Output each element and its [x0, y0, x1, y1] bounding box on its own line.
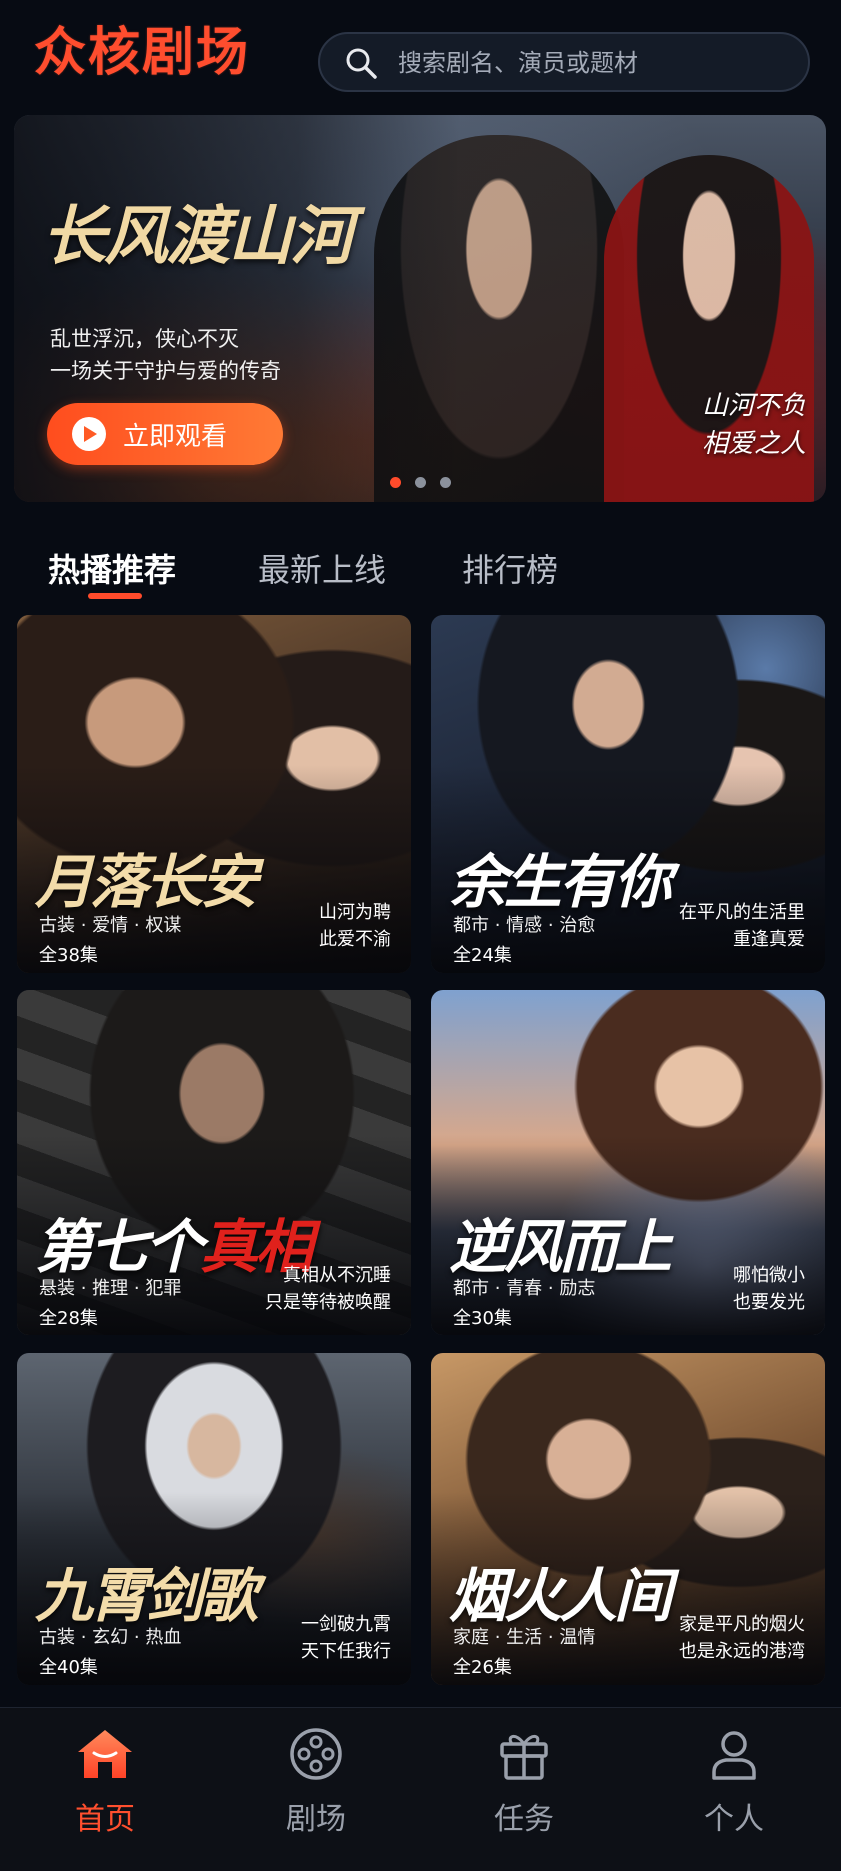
nav-label: 个人	[704, 1802, 764, 1837]
play-icon	[72, 417, 106, 451]
drama-card[interactable]: 月落长安 古装 · 爱情 · 权谋 全38集 山河为聘 此爱不渝	[17, 615, 411, 973]
card-episodes: 全28集	[39, 1308, 98, 1329]
drama-card[interactable]: 逆风而上 都市 · 青春 · 励志 全30集 哪怕微小 也要发光	[431, 990, 825, 1335]
pagination-dot[interactable]	[415, 477, 426, 488]
nav-tasks[interactable]: 任务	[464, 1726, 584, 1838]
watch-now-button[interactable]: 立即观看	[47, 403, 283, 465]
nav-home[interactable]: 首页	[45, 1726, 165, 1838]
card-quote: 在平凡的生活里 重逢真爱	[679, 902, 805, 950]
banner-pagination	[390, 477, 451, 488]
gift-icon	[500, 1735, 548, 1780]
nav-theater[interactable]: 剧场	[256, 1726, 376, 1838]
pagination-dot[interactable]	[440, 477, 451, 488]
card-tags: 都市 · 情感 · 治愈	[453, 915, 596, 936]
tab-ranking[interactable]: 排行榜	[462, 545, 558, 591]
banner-tagline-1: 乱世浮沉，侠心不灭	[50, 327, 239, 351]
card-title: 烟火人间	[449, 1562, 672, 1630]
card-tags: 悬装 · 推理 · 犯罪	[39, 1278, 182, 1299]
active-tab-indicator	[88, 593, 142, 599]
tab-hot[interactable]: 热播推荐	[48, 545, 176, 591]
watch-now-label: 立即观看	[123, 421, 228, 452]
card-episodes: 全26集	[453, 1657, 512, 1678]
card-quote: 真相从不沉睡 只是等待被唤醒	[265, 1265, 391, 1313]
card-quote: 山河为聘 此爱不渝	[319, 902, 391, 950]
drama-card[interactable]: 余生有你 都市 · 情感 · 治愈 全24集 在平凡的生活里 重逢真爱	[431, 615, 825, 973]
nav-label: 任务	[494, 1802, 554, 1837]
card-title: 逆风而上	[449, 1213, 672, 1281]
nav-label: 首页	[75, 1802, 135, 1837]
card-title: 月落长安	[35, 848, 258, 916]
card-title: 九霄剑歌	[35, 1562, 258, 1630]
card-episodes: 全24集	[453, 945, 512, 966]
search-bar[interactable]	[318, 32, 810, 92]
tab-new[interactable]: 最新上线	[258, 545, 386, 591]
pagination-dot[interactable]	[390, 477, 401, 488]
home-icon	[78, 1730, 132, 1778]
card-quote: 哪怕微小 也要发光	[733, 1265, 805, 1313]
search-input[interactable]	[396, 34, 790, 92]
card-quote: 家是平凡的烟火 也是永远的港湾	[679, 1614, 805, 1662]
card-tags: 古装 · 爱情 · 权谋	[39, 915, 182, 936]
person-icon	[712, 1731, 756, 1780]
film-reel-icon	[290, 1728, 342, 1780]
drama-card[interactable]: 九霄剑歌 古装 · 玄幻 · 热血 全40集 一剑破九霄 天下任我行	[17, 1353, 411, 1685]
banner-title: 长风渡山河	[42, 199, 354, 274]
drama-card[interactable]: 第七个真相 悬装 · 推理 · 犯罪 全28集 真相从不沉睡 只是等待被唤醒	[17, 990, 411, 1335]
banner-corner-text: 山河不负 相爱之人	[701, 391, 806, 459]
card-tags: 家庭 · 生活 · 温情	[453, 1627, 596, 1648]
app-header: 众核剧场	[0, 0, 841, 115]
app-logo[interactable]: 众核剧场	[34, 22, 250, 84]
card-tags: 古装 · 玄幻 · 热血	[39, 1627, 182, 1648]
category-tabs: 热播推荐 最新上线 排行榜	[0, 535, 841, 605]
card-episodes: 全38集	[39, 945, 98, 966]
card-episodes: 全40集	[39, 1657, 98, 1678]
hero-banner[interactable]: 长风渡山河 乱世浮沉，侠心不灭 一场关于守护与爱的传奇 立即观看 山河不负 相爱…	[14, 115, 826, 502]
bottom-nav: 首页 剧场 任务 个人	[0, 1707, 841, 1871]
banner-tagline-2: 一场关于守护与爱的传奇	[50, 359, 281, 383]
nav-label: 剧场	[286, 1802, 346, 1837]
search-icon	[346, 48, 377, 79]
nav-profile[interactable]: 个人	[674, 1726, 794, 1838]
card-quote: 一剑破九霄 天下任我行	[301, 1614, 391, 1662]
card-episodes: 全30集	[453, 1308, 512, 1329]
card-title: 余生有你	[449, 848, 672, 916]
drama-card[interactable]: 烟火人间 家庭 · 生活 · 温情 全26集 家是平凡的烟火 也是永远的港湾	[431, 1353, 825, 1685]
card-tags: 都市 · 青春 · 励志	[453, 1278, 596, 1299]
